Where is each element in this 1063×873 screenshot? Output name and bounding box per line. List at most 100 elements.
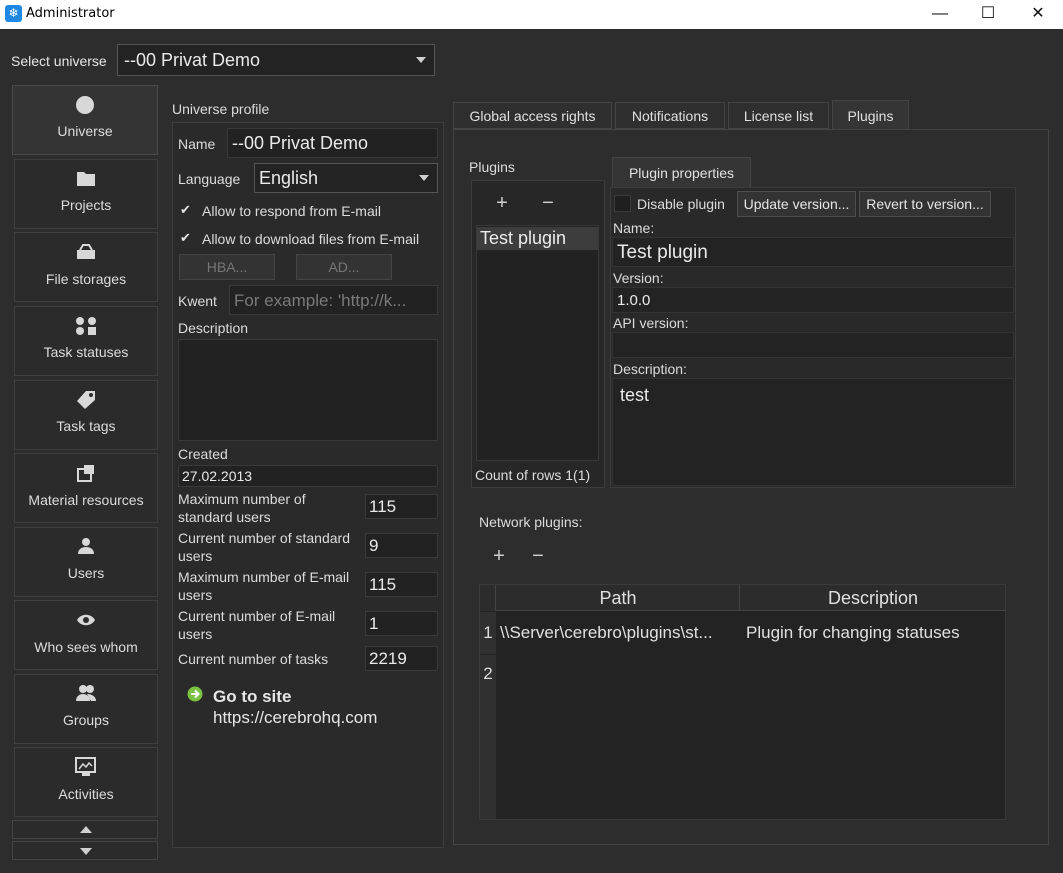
tab-license-list[interactable]: License list: [728, 102, 829, 129]
name-field[interactable]: --00 Privat Demo: [227, 128, 438, 158]
ad-button[interactable]: AD...: [296, 254, 392, 280]
nav-item-users[interactable]: Users: [14, 527, 158, 597]
stat-label: Maximum number of E-mail users: [178, 569, 350, 603]
window-title: Administrator: [26, 6, 115, 21]
maximize-button[interactable]: ☐: [964, 0, 1012, 29]
universe-profile-title: Universe profile: [172, 101, 270, 117]
created-field: 27.02.2013: [178, 465, 438, 487]
column-header-path[interactable]: Path: [497, 585, 740, 611]
nav-item-label: Who sees whom: [34, 639, 138, 655]
kwent-input[interactable]: For example: 'http://k...: [229, 285, 438, 315]
nav-item-file-storages[interactable]: File storages: [14, 232, 158, 302]
title-bar: ❄ Administrator — ☐ ✕: [0, 0, 1063, 29]
site-url-link[interactable]: https://cerebrohq.com: [213, 708, 377, 728]
disable-plugin-checkbox[interactable]: [614, 195, 631, 212]
revert-version-button[interactable]: Revert to version...: [859, 191, 991, 217]
download-email-checkbox[interactable]: ✔: [180, 231, 194, 245]
go-to-site-link[interactable]: Go to site: [213, 687, 291, 707]
hba-button[interactable]: HBA...: [179, 254, 275, 280]
close-button[interactable]: ✕: [1014, 0, 1062, 29]
arrow-up-icon: [80, 826, 92, 833]
download-email-label: Allow to download files from E-mail: [202, 231, 420, 247]
stat-value: 115: [365, 494, 438, 519]
stat-label: Current number of E-mail users: [178, 608, 336, 642]
add-plugin-button[interactable]: +: [487, 190, 517, 216]
corner-cell: [480, 585, 496, 611]
plugin-name-field[interactable]: Test plugin: [612, 237, 1014, 267]
nav-item-label: File storages: [45, 271, 127, 287]
created-label: Created: [178, 446, 228, 462]
status-icon: [15, 316, 157, 338]
nav-item-activities[interactable]: Activities: [14, 747, 158, 817]
network-plugins-table: Path Description 1 \\Server\cerebro\plug…: [479, 584, 1006, 820]
plugin-api-version-label: API version:: [613, 315, 689, 331]
circle-icon: [13, 95, 157, 117]
update-version-button[interactable]: Update version...: [737, 191, 856, 217]
app-icon: ❄: [5, 5, 22, 22]
nav-item-label: Task tags: [56, 418, 116, 434]
plugin-version-field: 1.0.0: [612, 287, 1014, 313]
row-number: 1: [480, 612, 496, 654]
plugin-name-label: Name:: [613, 220, 655, 236]
language-combo-value: English: [259, 168, 319, 188]
universe-combo[interactable]: --00 Privat Demo: [117, 44, 435, 76]
description-textarea[interactable]: [178, 339, 438, 441]
stat-label: Maximum number of standard users: [178, 491, 306, 525]
nav-item-label: Activities: [58, 786, 114, 802]
chevron-down-icon: [416, 57, 426, 63]
remove-network-plugin-button[interactable]: −: [523, 543, 553, 569]
user-icon: [15, 537, 157, 559]
table-cell-description[interactable]: Plugin for changing statuses: [746, 612, 1004, 654]
language-combo[interactable]: English: [254, 163, 438, 193]
storage-icon: [15, 242, 157, 264]
kwent-label: Kwent: [178, 293, 217, 309]
stat-label: Current number of standard users: [178, 530, 350, 564]
nav-item-groups[interactable]: Groups: [14, 674, 158, 744]
group-icon: [15, 684, 157, 706]
nav-item-task-statuses[interactable]: Task statuses: [14, 306, 158, 376]
stat-value: 115: [365, 572, 438, 597]
minimize-button[interactable]: —: [916, 0, 964, 29]
stat-value: 1: [365, 611, 438, 636]
column-header-description[interactable]: Description: [741, 585, 1005, 611]
nav-item-label: Projects: [60, 197, 112, 213]
respond-email-checkbox[interactable]: ✔: [180, 203, 194, 217]
nav-item-label: Users: [67, 565, 105, 581]
nav-item-label: Material resources: [28, 492, 144, 508]
remove-plugin-button[interactable]: −: [533, 190, 563, 216]
plugins-count: Count of rows 1(1): [475, 467, 591, 483]
nav-item-material-resources[interactable]: Material resources: [14, 453, 158, 523]
table-cell-path[interactable]: \\Server\cerebro\plugins\st...: [500, 612, 738, 654]
row-header-filler: [480, 693, 496, 819]
nav-item-who-sees-whom[interactable]: Who sees whom: [14, 600, 158, 670]
universe-combo-value: --00 Privat Demo: [124, 50, 261, 70]
stat-label: Current number of tasks: [178, 651, 329, 667]
disable-plugin-label: Disable plugin: [637, 196, 725, 212]
respond-email-label: Allow to respond from E-mail: [202, 203, 381, 219]
tab-plugin-properties[interactable]: Plugin properties: [612, 157, 751, 188]
row-number: 2: [480, 655, 496, 693]
folder-icon: [15, 169, 157, 191]
network-plugins-label: Network plugins:: [479, 514, 583, 530]
plugins-label: Plugins: [469, 159, 515, 175]
plugin-description-field[interactable]: test: [612, 378, 1014, 486]
nav-item-label: Groups: [63, 712, 109, 728]
list-item[interactable]: Test plugin: [477, 227, 598, 250]
plugin-api-version-field: [612, 332, 1014, 358]
nav-scroll-up-button[interactable]: [12, 820, 158, 839]
language-label: Language: [178, 171, 241, 187]
nav-item-task-tags[interactable]: Task tags: [14, 380, 158, 450]
chevron-down-icon: [419, 175, 429, 181]
nav-item-universe[interactable]: Universe: [12, 85, 158, 155]
tab-global-access-rights[interactable]: Global access rights: [453, 102, 612, 129]
nav-scroll-down-button[interactable]: [12, 841, 158, 860]
resources-icon: [15, 463, 157, 485]
nav-item-label: Universe: [57, 123, 113, 139]
nav-item-projects[interactable]: Projects: [14, 159, 158, 229]
tab-plugins[interactable]: Plugins: [832, 100, 909, 131]
tab-notifications[interactable]: Notifications: [615, 102, 725, 129]
select-universe-label: Select universe: [11, 53, 107, 69]
plugin-version-label: Version:: [613, 270, 664, 286]
add-network-plugin-button[interactable]: +: [484, 543, 514, 569]
name-label: Name: [178, 136, 216, 152]
